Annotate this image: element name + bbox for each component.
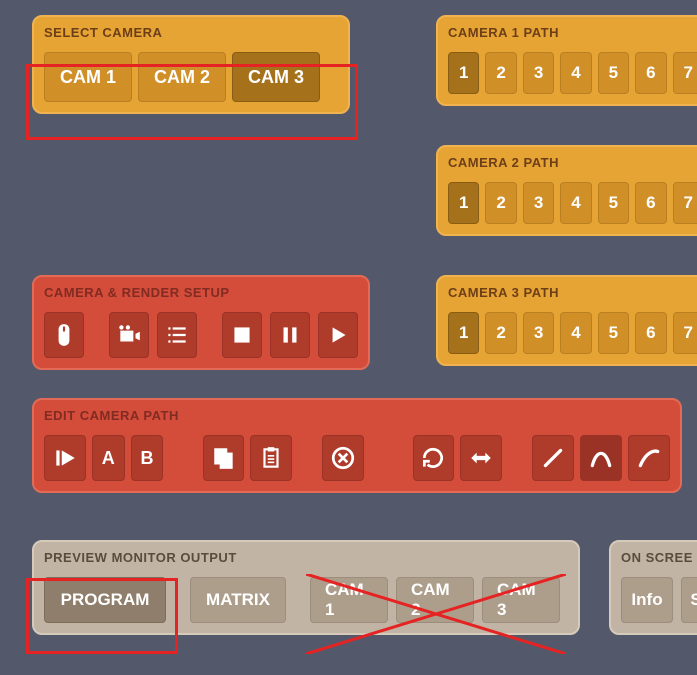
mouse-settings-button[interactable] bbox=[44, 312, 84, 358]
play-button[interactable] bbox=[318, 312, 358, 358]
cam3-path-2[interactable]: 2 bbox=[485, 312, 516, 354]
edit-camera-path-title: EDIT CAMERA PATH bbox=[44, 408, 670, 423]
list-settings-button[interactable] bbox=[157, 312, 197, 358]
camera-3-button[interactable]: CAM 3 bbox=[232, 52, 320, 102]
copy-icon bbox=[211, 445, 237, 471]
cam1-path-4[interactable]: 4 bbox=[560, 52, 591, 94]
on-screen-panel: ON SCREE Info S bbox=[609, 540, 697, 635]
cam2-path-2[interactable]: 2 bbox=[485, 182, 516, 224]
cam1-path-1[interactable]: 1 bbox=[448, 52, 479, 94]
pause-button[interactable] bbox=[270, 312, 310, 358]
cam1-path-7[interactable]: 7 bbox=[673, 52, 697, 94]
delete-button[interactable] bbox=[322, 435, 364, 481]
camera-1-path-panel: CAMERA 1 PATH 1 2 3 4 5 6 7 bbox=[436, 15, 697, 106]
cam3-path-5[interactable]: 5 bbox=[598, 312, 629, 354]
camera-1-path-title: CAMERA 1 PATH bbox=[448, 25, 697, 40]
camera-3-path-title: CAMERA 3 PATH bbox=[448, 285, 697, 300]
cam3-path-7[interactable]: 7 bbox=[673, 312, 697, 354]
arrows-horizontal-icon bbox=[468, 445, 494, 471]
preview-cam3-button[interactable]: CAM 3 bbox=[482, 577, 560, 623]
pause-icon bbox=[277, 322, 303, 348]
preview-cam2-button[interactable]: CAM 2 bbox=[396, 577, 474, 623]
move-button[interactable] bbox=[460, 435, 502, 481]
camera-render-setup-title: CAMERA & RENDER SETUP bbox=[44, 285, 358, 300]
preview-monitor-panel: PREVIEW MONITOR OUTPUT PROGRAM MATRIX CA… bbox=[32, 540, 580, 635]
camera-2-path-panel: CAMERA 2 PATH 1 2 3 4 5 6 7 bbox=[436, 145, 697, 236]
mouse-icon bbox=[51, 322, 77, 348]
on-screen-title: ON SCREE bbox=[621, 550, 697, 565]
cam2-path-4[interactable]: 4 bbox=[560, 182, 591, 224]
on-screen-info-button[interactable]: Info bbox=[621, 577, 673, 623]
curve-ease-button[interactable] bbox=[628, 435, 670, 481]
cam1-path-5[interactable]: 5 bbox=[598, 52, 629, 94]
on-screen-s-button[interactable]: S bbox=[681, 577, 697, 623]
cam2-path-3[interactable]: 3 bbox=[523, 182, 554, 224]
cam3-path-3[interactable]: 3 bbox=[523, 312, 554, 354]
cam1-path-2[interactable]: 2 bbox=[485, 52, 516, 94]
arc-icon bbox=[636, 445, 662, 471]
play-bar-icon bbox=[52, 445, 78, 471]
select-camera-title: SELECT CAMERA bbox=[44, 25, 338, 40]
point-a-button[interactable]: A bbox=[92, 435, 125, 481]
cam1-path-6[interactable]: 6 bbox=[635, 52, 666, 94]
curve-linear-button[interactable] bbox=[532, 435, 574, 481]
loop-button[interactable] bbox=[413, 435, 455, 481]
select-camera-panel: SELECT CAMERA CAM 1 CAM 2 CAM 3 bbox=[32, 15, 350, 114]
play-from-start-button[interactable] bbox=[44, 435, 86, 481]
cam3-path-6[interactable]: 6 bbox=[635, 312, 666, 354]
cam2-path-1[interactable]: 1 bbox=[448, 182, 479, 224]
cam2-path-7[interactable]: 7 bbox=[673, 182, 697, 224]
stop-button[interactable] bbox=[222, 312, 262, 358]
cam3-path-1[interactable]: 1 bbox=[448, 312, 479, 354]
curve-icon bbox=[588, 445, 614, 471]
camera-film-icon bbox=[116, 322, 142, 348]
curve-smooth-button[interactable] bbox=[580, 435, 622, 481]
loop-icon bbox=[420, 445, 446, 471]
preview-matrix-button[interactable]: MATRIX bbox=[190, 577, 286, 623]
stop-icon bbox=[229, 322, 255, 348]
camera-3-path-panel: CAMERA 3 PATH 1 2 3 4 5 6 7 bbox=[436, 275, 697, 366]
line-icon bbox=[540, 445, 566, 471]
cam3-path-4[interactable]: 4 bbox=[560, 312, 591, 354]
camera-render-setup-panel: CAMERA & RENDER SETUP bbox=[32, 275, 370, 370]
camera-2-path-title: CAMERA 2 PATH bbox=[448, 155, 697, 170]
copy-button[interactable] bbox=[203, 435, 245, 481]
camera-1-button[interactable]: CAM 1 bbox=[44, 52, 132, 102]
cam1-path-3[interactable]: 3 bbox=[523, 52, 554, 94]
list-icon bbox=[164, 322, 190, 348]
preview-program-button[interactable]: PROGRAM bbox=[44, 577, 166, 623]
edit-camera-path-panel: EDIT CAMERA PATH A B bbox=[32, 398, 682, 493]
cam2-path-6[interactable]: 6 bbox=[635, 182, 666, 224]
point-b-button[interactable]: B bbox=[131, 435, 164, 481]
play-icon bbox=[325, 322, 351, 348]
camera-settings-button[interactable] bbox=[109, 312, 149, 358]
preview-cam1-button[interactable]: CAM 1 bbox=[310, 577, 388, 623]
paste-button[interactable] bbox=[250, 435, 292, 481]
delete-circle-icon bbox=[330, 445, 356, 471]
camera-2-button[interactable]: CAM 2 bbox=[138, 52, 226, 102]
clipboard-icon bbox=[258, 445, 284, 471]
preview-monitor-title: PREVIEW MONITOR OUTPUT bbox=[44, 550, 568, 565]
cam2-path-5[interactable]: 5 bbox=[598, 182, 629, 224]
